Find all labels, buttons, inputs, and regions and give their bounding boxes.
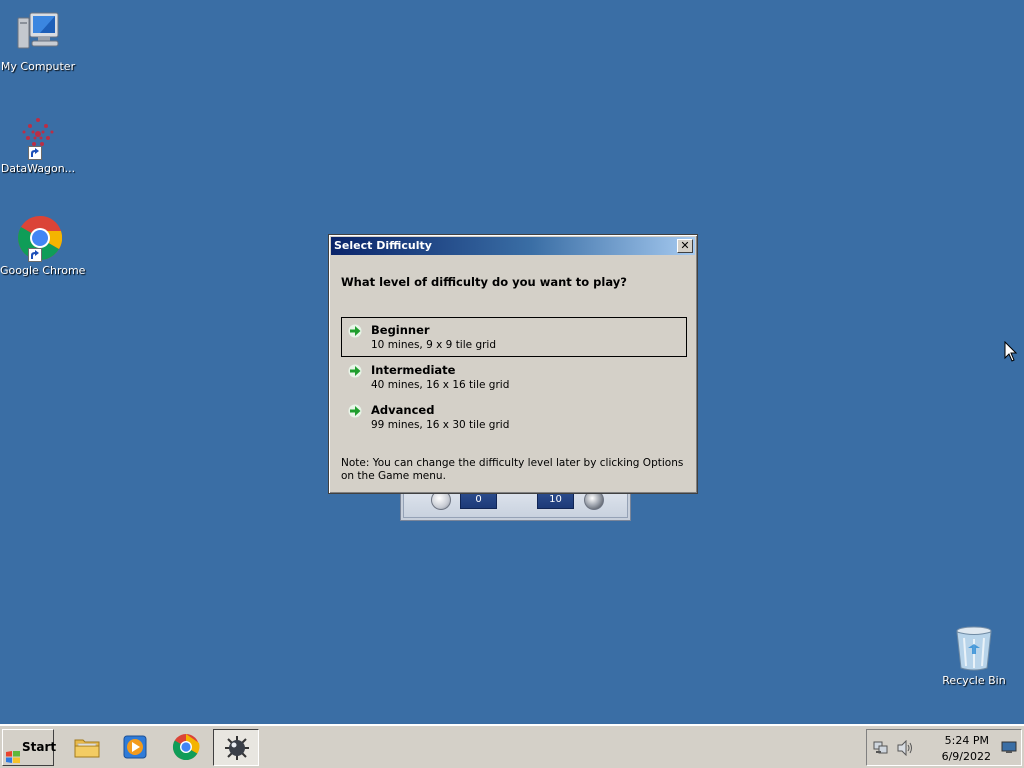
desktop-icon-datawagon[interactable]: DataWagon... <box>0 112 76 175</box>
green-arrow-icon <box>348 364 362 378</box>
taskbar: Start 5:24 PM 6/9/2022 <box>0 724 1024 768</box>
start-label: Start <box>22 740 57 754</box>
minesweeper-icon <box>223 734 251 762</box>
start-button[interactable]: Start <box>2 729 57 766</box>
shortcut-arrow-icon <box>28 146 42 160</box>
desktop-icon-label: Google Chrome <box>0 264 86 277</box>
recycle-bin-icon <box>950 624 998 672</box>
desktop-icon-label: DataWagon... <box>0 162 76 175</box>
windows-logo-icon <box>6 742 20 764</box>
folder-icon <box>73 733 101 761</box>
option-title: Advanced <box>371 403 435 417</box>
difficulty-question: What level of difficulty do you want to … <box>341 275 627 289</box>
shortcut-arrow-icon <box>28 248 42 262</box>
media-player-icon <box>121 733 149 761</box>
option-description: 99 mines, 16 x 30 tile grid <box>371 419 510 431</box>
clock-time[interactable]: 5:24 PM <box>945 734 989 747</box>
taskbar-app-media-player[interactable] <box>112 729 158 766</box>
option-title: Beginner <box>371 323 430 337</box>
desktop-icon-label: My Computer <box>0 60 76 73</box>
green-arrow-icon <box>348 324 362 338</box>
chrome-icon <box>14 214 63 262</box>
volume-icon[interactable] <box>896 739 914 757</box>
taskbar-app-google-chrome[interactable] <box>163 729 209 766</box>
close-button[interactable]: ✕ <box>677 239 693 253</box>
computer-icon <box>14 10 62 58</box>
network-icon[interactable] <box>873 740 889 756</box>
datawagon-icon <box>14 112 62 160</box>
select-difficulty-dialog: Select Difficulty ✕ What level of diffic… <box>328 234 698 494</box>
dialog-title: Select Difficulty <box>334 239 432 252</box>
desktop-icon-google-chrome[interactable]: Google Chrome <box>0 214 86 277</box>
desktop-icon-recycle-bin[interactable]: Recycle Bin <box>936 624 1012 687</box>
desktop-icon-label: Recycle Bin <box>942 674 1006 687</box>
option-title: Intermediate <box>371 363 456 377</box>
option-intermediate[interactable]: Intermediate 40 mines, 16 x 16 tile grid <box>341 357 687 397</box>
green-arrow-icon <box>348 404 362 418</box>
dialog-titlebar[interactable]: Select Difficulty ✕ <box>331 237 695 255</box>
close-icon: ✕ <box>680 239 690 252</box>
option-description: 40 mines, 16 x 16 tile grid <box>371 379 510 391</box>
show-desktop-icon[interactable] <box>1001 741 1017 755</box>
option-description: 10 mines, 9 x 9 tile grid <box>371 339 497 351</box>
system-tray: 5:24 PM 6/9/2022 <box>866 729 1022 766</box>
desktop-icon-my-computer[interactable]: My Computer <box>0 10 76 73</box>
taskbar-app-file-explorer[interactable] <box>64 729 110 766</box>
dialog-note: Note: You can change the difficulty leve… <box>341 457 684 482</box>
chrome-icon <box>172 733 200 761</box>
mouse-pointer-icon <box>1004 340 1018 363</box>
option-beginner[interactable]: Beginner 10 mines, 9 x 9 tile grid <box>341 317 687 357</box>
taskbar-app-minesweeper[interactable] <box>213 729 259 766</box>
clock-date[interactable]: 6/9/2022 <box>942 750 991 763</box>
option-advanced[interactable]: Advanced 99 mines, 16 x 30 tile grid <box>341 397 687 437</box>
